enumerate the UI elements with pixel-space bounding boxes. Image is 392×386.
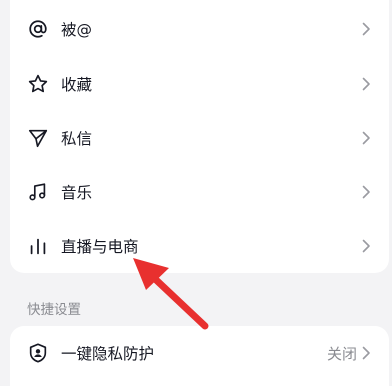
send-icon (25, 125, 51, 151)
chevron-right-icon (362, 346, 370, 360)
chevron-right-icon (362, 77, 370, 91)
section-title-quick-settings: 快捷设置 (27, 302, 81, 318)
menu-item-music[interactable]: 音乐 (10, 165, 389, 219)
menu-card: 被@ 收藏 私信 音乐 直播与电商 (10, 0, 389, 273)
menu-item-live-and-ecommerce[interactable]: 直播与电商 (10, 219, 389, 273)
menu-item-label: 直播与电商 (61, 238, 139, 256)
menu-item-mentions[interactable]: 被@ (10, 2, 389, 56)
menu-item-favorites[interactable]: 收藏 (10, 57, 389, 111)
quick-setting-privacy-protection[interactable]: 一键隐私防护 关闭 (10, 326, 389, 380)
at-icon (25, 16, 51, 42)
chevron-right-icon (362, 239, 370, 253)
quick-settings-card: 一键隐私防护 关闭 (10, 326, 389, 386)
menu-item-messages[interactable]: 私信 (10, 111, 389, 165)
star-icon (25, 71, 51, 97)
menu-item-label: 私信 (61, 130, 93, 148)
quick-setting-label: 一键隐私防护 (61, 345, 155, 363)
menu-item-label: 被@ (61, 21, 93, 39)
chevron-right-icon (362, 22, 370, 36)
chevron-right-icon (362, 131, 370, 145)
quick-setting-status: 关闭 (326, 344, 357, 363)
menu-item-label: 音乐 (61, 184, 93, 202)
bar-chart-icon (25, 233, 51, 259)
shield-user-icon (25, 340, 51, 366)
music-note-icon (25, 179, 51, 205)
chevron-right-icon (362, 185, 370, 199)
menu-item-label: 收藏 (61, 76, 93, 94)
